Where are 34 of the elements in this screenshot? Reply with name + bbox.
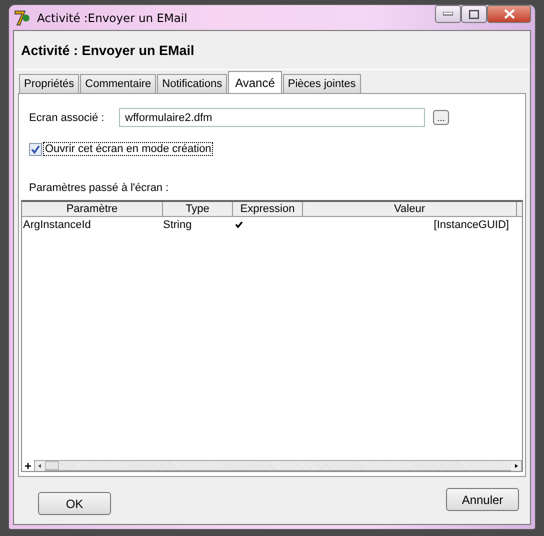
- minimize-icon: [443, 12, 453, 16]
- minimize-button[interactable]: [435, 5, 461, 23]
- scroll-right-icon[interactable]: [511, 461, 521, 471]
- checkbox[interactable]: [29, 142, 42, 156]
- add-row-button[interactable]: +: [22, 460, 34, 471]
- tab[interactable]: Commentaire: [80, 74, 156, 93]
- column-header[interactable]: Paramètre: [22, 202, 163, 217]
- column-header[interactable]: Expression: [233, 202, 303, 217]
- table-cell-text: String: [163, 219, 193, 231]
- window-title: Activité :Envoyer un EMail: [37, 10, 188, 24]
- cancel-button[interactable]: Annuler: [446, 488, 519, 511]
- input-field[interactable]: wfformulaire2.dfm: [119, 108, 425, 127]
- scroll-left-icon[interactable]: [35, 461, 45, 471]
- tab[interactable]: Pièces jointes: [282, 74, 361, 93]
- scroll-thumb[interactable]: [45, 461, 59, 470]
- close-button[interactable]: [487, 5, 531, 23]
- column-header[interactable]: Type: [163, 202, 233, 217]
- field-label: Ecran associé :: [29, 112, 106, 124]
- tab[interactable]: Propriétés: [19, 74, 80, 93]
- browse-button[interactable]: ...: [433, 110, 449, 125]
- dialog-heading: Activité : Envoyer un EMail: [21, 42, 194, 58]
- table-cell-text: [InstanceGUID]: [432, 219, 510, 231]
- ok-button[interactable]: OK: [38, 492, 111, 515]
- table-cell-text: ArgInstanceId: [22, 219, 92, 231]
- checkbox-label[interactable]: Ouvrir cet écran en mode création: [43, 142, 214, 156]
- app-icon: [13, 8, 31, 26]
- horizontal-scrollbar[interactable]: [34, 460, 522, 471]
- maximize-button[interactable]: [461, 5, 487, 23]
- tab[interactable]: Avancé: [228, 71, 282, 93]
- section-label: Paramètres passé à l'écran :: [28, 182, 170, 194]
- maximize-icon: [469, 10, 479, 18]
- column-header[interactable]: Valeur: [303, 202, 517, 217]
- tab[interactable]: Notifications: [157, 74, 228, 93]
- close-icon: [504, 9, 514, 19]
